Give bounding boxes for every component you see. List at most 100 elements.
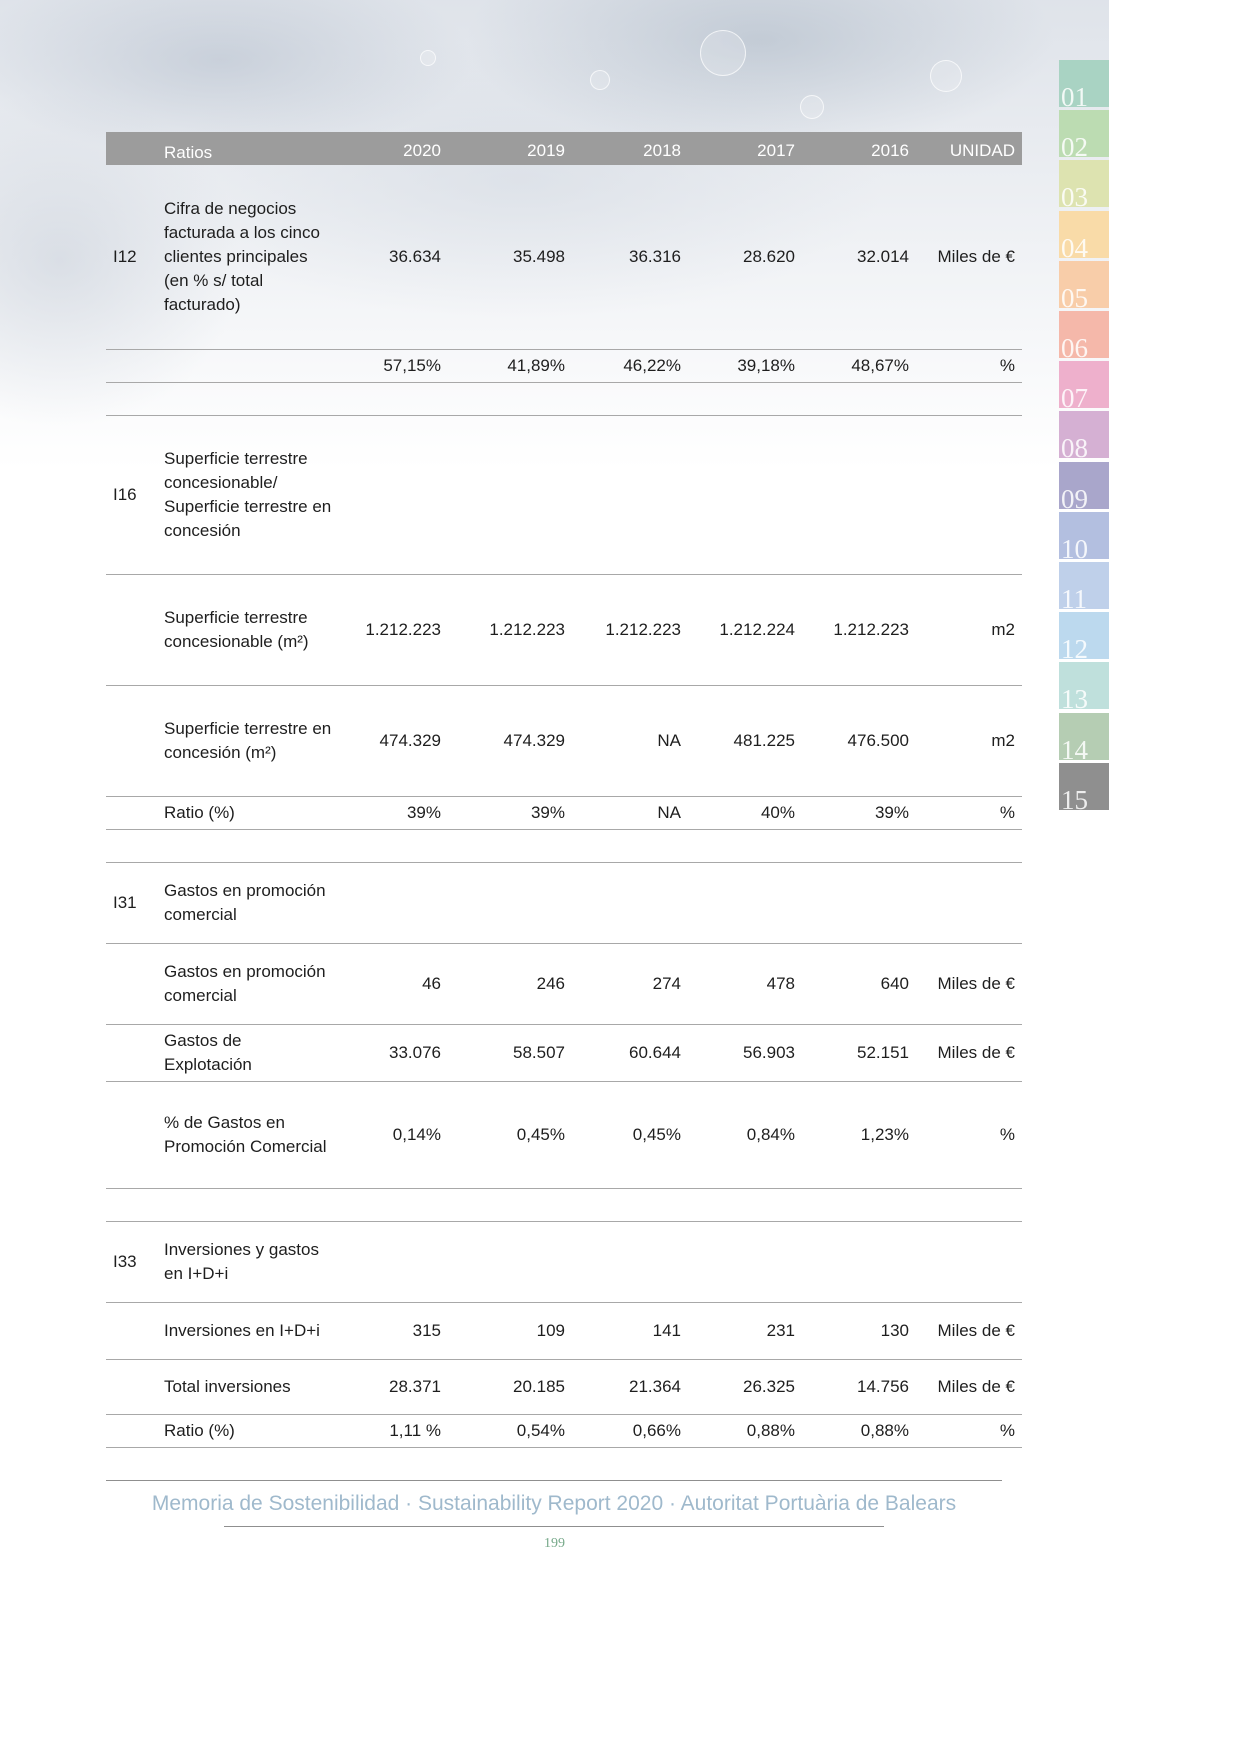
value-2018 xyxy=(568,830,681,862)
row-code xyxy=(113,1189,163,1221)
chapter-tab-label: 01 xyxy=(1061,82,1088,108)
table-row: Ratio (%) 39% 39% NA 40% 39%% xyxy=(106,797,1022,830)
table-row: % de Gastos en Promoción Comercial 0,14% 0… xyxy=(106,1082,1022,1189)
value-2018: NA xyxy=(657,803,681,822)
table-header: Ratios 2020 2019 2018 2017 2016 UNIDAD xyxy=(106,132,1022,165)
value-2020: 1.212.223 xyxy=(365,620,441,639)
value-2017: 28.620 xyxy=(743,247,795,266)
decorative-bubble xyxy=(420,50,436,66)
footer-title: Memoria de Sostenibilidad · Sustainabili… xyxy=(151,1492,957,1515)
row-code xyxy=(113,1360,163,1414)
value-2017: 1.212.224 xyxy=(719,620,795,639)
value-2018: 60.644 xyxy=(629,1043,681,1062)
row-label xyxy=(164,1189,334,1221)
value-2020: 315 xyxy=(412,1321,441,1340)
chapter-tab-08[interactable]: 08 xyxy=(1059,411,1109,459)
chapter-tab-09[interactable]: 09 xyxy=(1059,461,1109,509)
header-2017: 2017 xyxy=(757,141,795,160)
value-2016: 640 xyxy=(880,974,909,993)
table-body: I12 Cifra de negocios facturada a los cin… xyxy=(106,165,1022,1448)
row-label: Gastos en promoción comercial xyxy=(164,962,326,1005)
row-label: Ratio (%) xyxy=(164,803,235,822)
value-2017 xyxy=(684,863,795,943)
table-row: Gastos en promoción comercial 46 246 274 478… xyxy=(106,944,1022,1025)
value-2016 xyxy=(798,1222,909,1302)
value-2018: 274 xyxy=(652,974,681,993)
table-row: 57,15% 41,89% 46,22% 39,18% 48,67%% xyxy=(106,350,1022,383)
table-row: Superficie terrestre en concesión (m²) 47… xyxy=(106,686,1022,797)
value-unit: Miles de € xyxy=(937,1377,1015,1396)
value-unit xyxy=(916,1189,1015,1221)
table-row: I33 Inversiones y gastos en I+D+i xyxy=(106,1222,1022,1303)
chapter-tab-12[interactable]: 12 xyxy=(1059,612,1109,660)
value-2018: 21.364 xyxy=(629,1377,681,1396)
row-label: Cifra de negocios facturada a los cinco … xyxy=(164,199,320,314)
value-unit: % xyxy=(999,803,1015,822)
chapter-tab-05[interactable]: 05 xyxy=(1059,260,1109,308)
chapter-tab-02[interactable]: 02 xyxy=(1059,110,1109,158)
value-2017: 56.903 xyxy=(743,1043,795,1062)
row-code xyxy=(113,350,163,382)
value-unit: m2 xyxy=(991,620,1015,639)
chapter-tab-06[interactable]: 06 xyxy=(1059,311,1109,358)
row-code xyxy=(113,1415,163,1447)
value-2016: 476.500 xyxy=(847,731,909,750)
value-2020 xyxy=(336,863,441,943)
value-unit: % xyxy=(999,356,1015,375)
chapter-tab-label: 04 xyxy=(1061,232,1088,258)
value-2020: 57,15% xyxy=(383,356,441,375)
value-unit xyxy=(916,383,1015,415)
row-code xyxy=(113,1025,163,1081)
chapter-tab-11[interactable]: 11 xyxy=(1059,562,1109,609)
row-code: I33 xyxy=(113,1252,137,1271)
chapter-tab-07[interactable]: 07 xyxy=(1059,361,1109,409)
table-row: Superficie terrestre concesionable (m²) 1… xyxy=(106,575,1022,686)
value-unit xyxy=(916,1222,1015,1302)
value-2020: 36.634 xyxy=(389,247,441,266)
value-2016: 39% xyxy=(874,803,909,822)
chapter-tab-label: 13 xyxy=(1061,684,1088,710)
chapter-tab-10[interactable]: 10 xyxy=(1059,511,1109,559)
chapter-tab-03[interactable]: 03 xyxy=(1059,160,1109,208)
row-code xyxy=(113,575,163,685)
chapter-tab-04[interactable]: 04 xyxy=(1059,210,1109,258)
value-2019 xyxy=(446,863,565,943)
value-2018: 141 xyxy=(652,1321,681,1340)
chapter-tab-14[interactable]: 14 xyxy=(1059,712,1109,760)
value-2017: 481.225 xyxy=(733,731,795,750)
value-2020: 39% xyxy=(406,803,441,822)
value-2017 xyxy=(684,416,795,574)
value-2018 xyxy=(568,1222,681,1302)
value-2016: 1,23% xyxy=(860,1125,909,1144)
value-2020: 28.371 xyxy=(389,1377,441,1396)
row-label xyxy=(164,350,334,382)
value-2017 xyxy=(684,1222,795,1302)
header-2019: 2019 xyxy=(527,141,565,160)
value-2020 xyxy=(336,1189,441,1221)
value-2018 xyxy=(568,1189,681,1221)
value-2018: NA xyxy=(657,731,681,750)
value-2019: 39% xyxy=(530,803,565,822)
row-code xyxy=(113,1082,163,1188)
chapter-tab-13[interactable]: 13 xyxy=(1059,662,1109,710)
header-2016: 2016 xyxy=(871,141,909,160)
value-2019 xyxy=(446,1189,565,1221)
table-row: Ratio (%) 1,11 % 0,54% 0,66% 0,88% 0,88%% xyxy=(106,1415,1022,1448)
chapter-tab-01[interactable]: 01 xyxy=(1059,60,1109,107)
value-unit xyxy=(916,830,1015,862)
value-unit xyxy=(916,416,1015,574)
row-code: I12 xyxy=(113,247,137,266)
header-2020: 2020 xyxy=(403,141,441,160)
chapter-tab-label: 05 xyxy=(1061,282,1088,308)
row-label xyxy=(164,383,334,415)
row-label: Superficie terrestre concesionable/ Supe… xyxy=(164,449,332,540)
value-2019 xyxy=(446,830,565,862)
value-2017 xyxy=(684,383,795,415)
value-2016: 1.212.223 xyxy=(833,620,909,639)
value-unit: Miles de € xyxy=(937,1043,1015,1062)
value-2016 xyxy=(798,863,909,943)
row-label: % de Gastos en Promoción Comercial xyxy=(164,1113,327,1156)
chapter-tab-15[interactable]: 15 xyxy=(1059,762,1109,810)
value-2017: 0,88% xyxy=(746,1421,795,1440)
value-2020: 33.076 xyxy=(389,1043,441,1062)
